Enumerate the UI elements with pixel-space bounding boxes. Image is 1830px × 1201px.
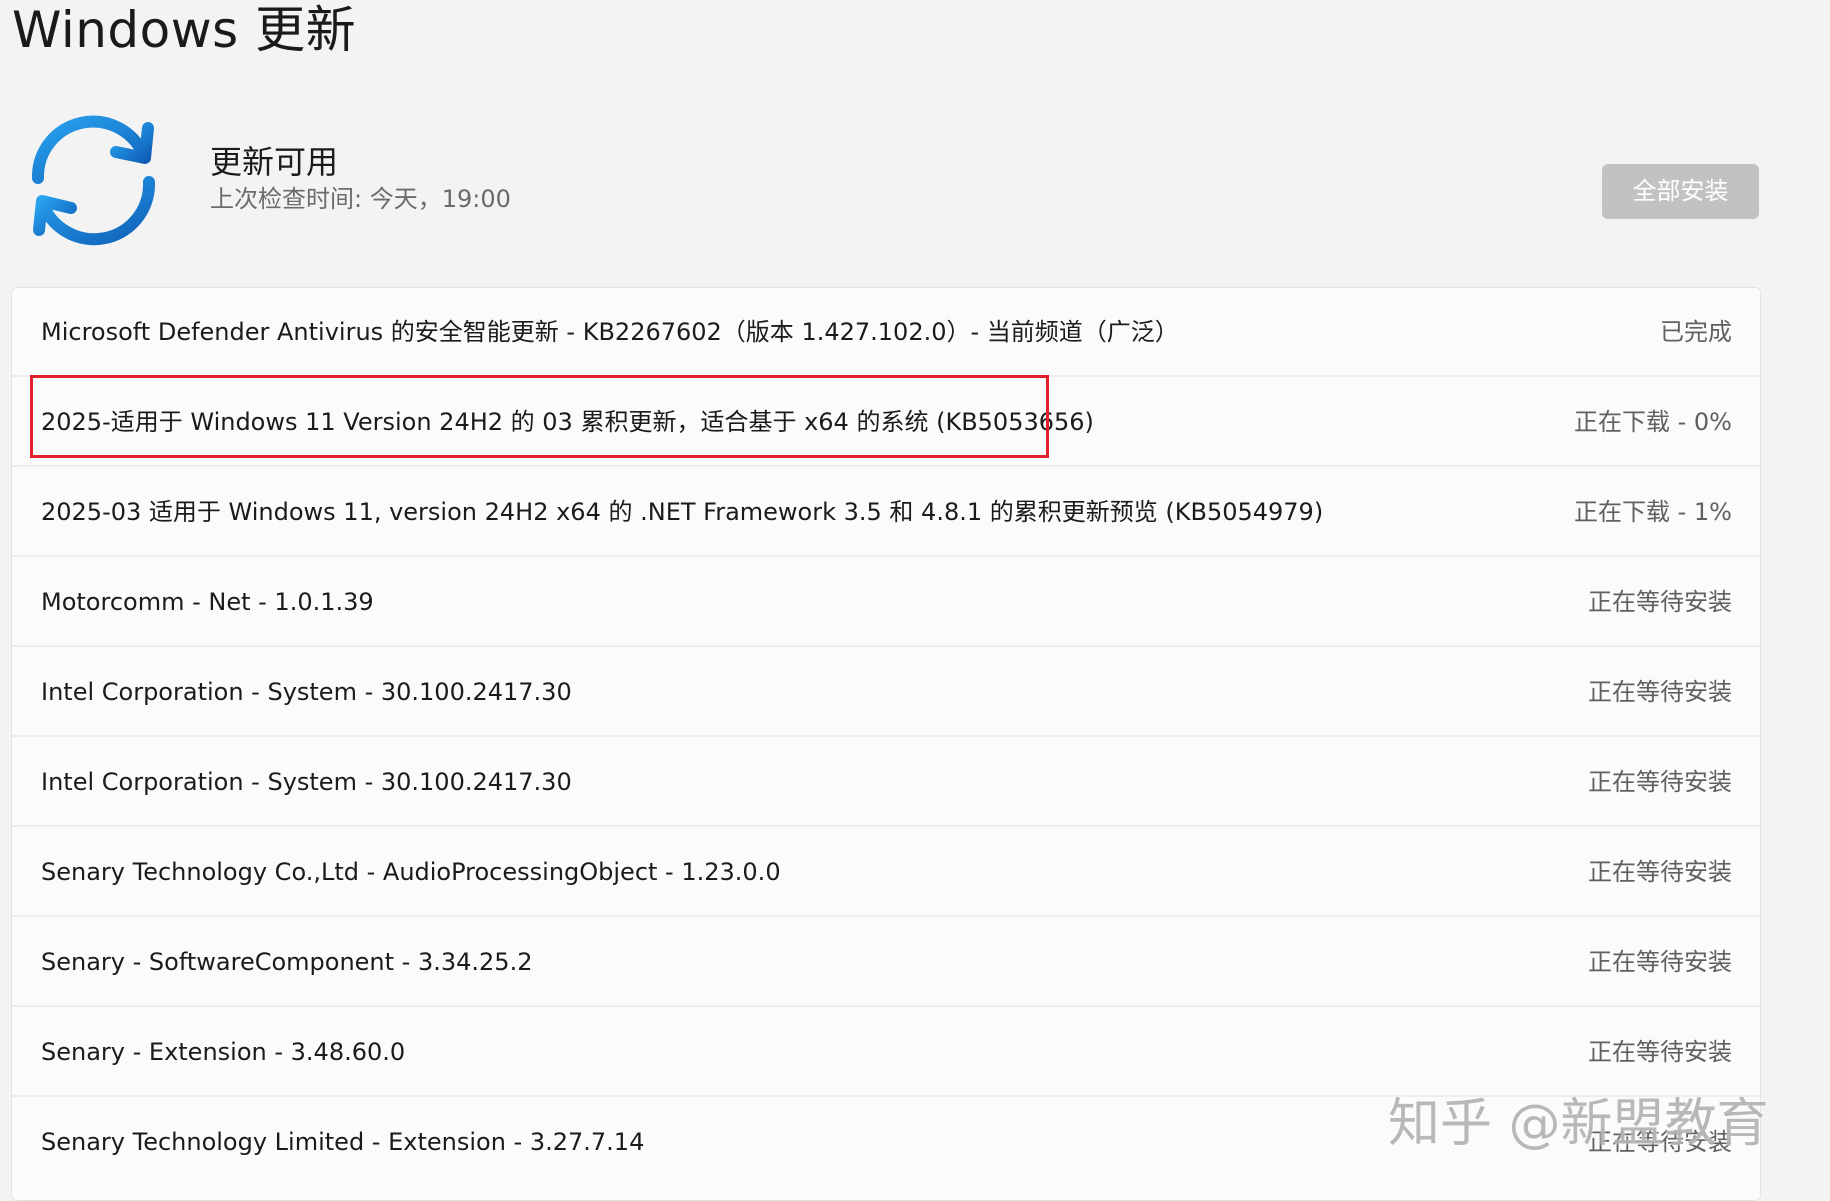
update-status: 正在等待安装 (1588, 858, 1732, 886)
update-status: 正在等待安装 (1588, 1038, 1732, 1066)
update-name: Senary Technology Co.,Ltd - AudioProcess… (41, 858, 781, 886)
update-name: Motorcomm - Net - 1.0.1.39 (41, 588, 374, 616)
update-name: Senary Technology Limited - Extension - … (41, 1128, 645, 1156)
update-row: Senary Technology Co.,Ltd - AudioProcess… (12, 828, 1760, 917)
last-checked-text: 上次检查时间: 今天，19:00 (210, 185, 511, 213)
update-name: Senary - Extension - 3.48.60.0 (41, 1038, 406, 1066)
update-row: Senary Technology Limited - Extension - … (12, 1098, 1760, 1187)
update-status: 正在等待安装 (1588, 948, 1732, 976)
update-row: Motorcomm - Net - 1.0.1.39 正在等待安装 (12, 558, 1760, 647)
update-status: 正在下载 - 1% (1574, 498, 1732, 526)
update-name: Senary - SoftwareComponent - 3.34.25.2 (41, 948, 533, 976)
install-all-button[interactable]: 全部安装 (1602, 164, 1759, 219)
update-status: 正在等待安装 (1588, 588, 1732, 616)
update-row: 2025-03 适用于 Windows 11, version 24H2 x64… (12, 468, 1760, 557)
update-row: 2025-适用于 Windows 11 Version 24H2 的 03 累积… (12, 378, 1760, 467)
sync-icon (31, 115, 156, 246)
update-name: 2025-适用于 Windows 11 Version 24H2 的 03 累积… (41, 408, 1094, 436)
update-row: Senary - Extension - 3.48.60.0 正在等待安装 (12, 1008, 1760, 1097)
update-row: Senary - SoftwareComponent - 3.34.25.2 正… (12, 918, 1760, 1007)
update-name: Intel Corporation - System - 30.100.2417… (41, 768, 572, 796)
update-name: 2025-03 适用于 Windows 11, version 24H2 x64… (41, 498, 1324, 526)
status-title: 更新可用 (210, 143, 339, 181)
update-name: Microsoft Defender Antivirus 的安全智能更新 - K… (41, 318, 1179, 346)
update-row: Intel Corporation - System - 30.100.2417… (12, 648, 1760, 737)
update-row: Microsoft Defender Antivirus 的安全智能更新 - K… (12, 288, 1760, 377)
page-title: Windows 更新 (12, 1, 357, 59)
update-name: Intel Corporation - System - 30.100.2417… (41, 678, 572, 706)
update-status: 正在等待安装 (1588, 678, 1732, 706)
update-list: Microsoft Defender Antivirus 的安全智能更新 - K… (11, 287, 1761, 1201)
update-row: Intel Corporation - System - 30.100.2417… (12, 738, 1760, 827)
update-status: 正在下载 - 0% (1574, 408, 1732, 436)
update-status: 正在等待安装 (1588, 768, 1732, 796)
update-status: 正在等待安装 (1588, 1128, 1732, 1156)
update-status: 已完成 (1660, 318, 1732, 346)
update-status-header: 更新可用 上次检查时间: 今天，19:00 全部安装 (0, 100, 1830, 250)
